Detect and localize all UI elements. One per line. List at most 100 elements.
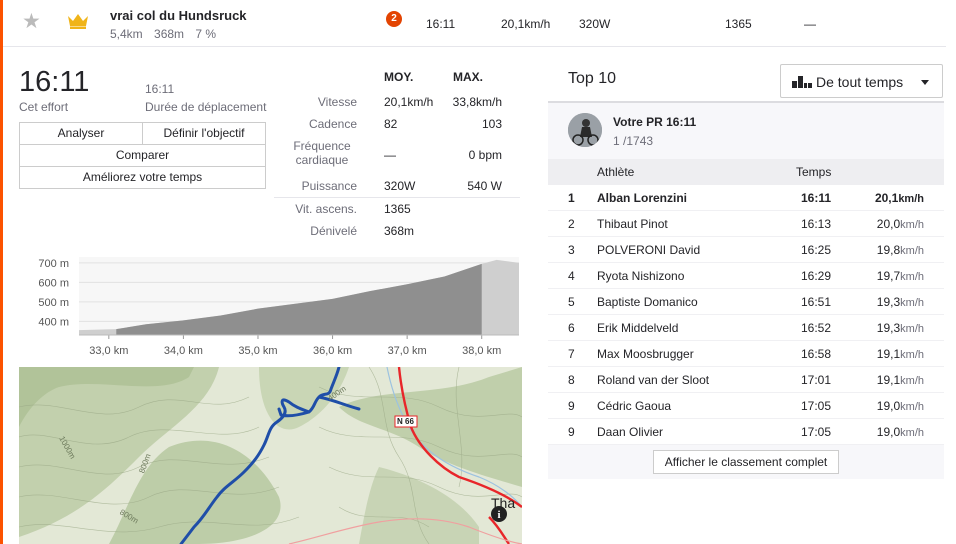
speed-value: 19,1 (876, 347, 901, 361)
speed-value: 20,1 (874, 191, 899, 205)
town-label: Tha (491, 495, 516, 511)
table-row[interactable]: 4 Ryota Nishizono 16:29 19,7km/h (548, 263, 944, 289)
stat-label: Vit. ascens. (295, 202, 357, 216)
segment-vam: 1365 (725, 17, 752, 31)
speed-value: 19,0 (876, 399, 901, 413)
athlete-name[interactable]: Max Moosbrugger (597, 347, 694, 361)
stat-label: Fréquence cardiaque (293, 139, 351, 167)
time-column-header: Temps (796, 165, 832, 179)
route-map[interactable]: i N 66 Tha 400m 1000m 800m 800m (19, 367, 522, 544)
table-row[interactable]: 9 Cédric Gaoua 17:05 19,0km/h (548, 393, 944, 419)
crown-icon (68, 14, 88, 29)
table-row[interactable]: 6 Erik Middelveld 16:52 19,3km/h (548, 315, 944, 341)
stat-label: Cadence (308, 117, 357, 131)
x-tick-label: 33,0 km (89, 345, 128, 357)
effort-actions: Analyser Définir l'objectif Comparer Amé… (19, 122, 266, 189)
y-tick-label: 600 m (38, 277, 69, 289)
athlete-name[interactable]: Daan Olivier (597, 425, 663, 439)
stat-max: 103 (481, 117, 502, 131)
set-goal-button[interactable]: Définir l'objectif (143, 122, 266, 145)
analyze-button[interactable]: Analyser (19, 122, 143, 145)
athlete-name[interactable]: Cédric Gaoua (597, 399, 671, 413)
y-tick-label: 700 m (38, 258, 69, 270)
chevron-down-icon (921, 80, 929, 85)
table-row[interactable]: 8 Roland van der Sloot 17:01 19,1km/h (548, 367, 944, 393)
speed-unit: km/h (900, 271, 924, 283)
speed-unit: km/h (900, 245, 924, 257)
speed-value: 19,0 (876, 425, 901, 439)
stat-avg: 82 (384, 117, 398, 131)
table-row[interactable]: 3 POLVERONI David 16:25 19,8km/h (548, 237, 944, 263)
segment-time: 16:11 (426, 17, 456, 31)
accent-bar (0, 0, 3, 544)
time-cell: 17:05 (801, 425, 832, 439)
segment-row[interactable]: ★ vrai col du Hundsruck 5,4km 368m 7 % 2… (3, 0, 946, 47)
star-icon[interactable]: ★ (22, 11, 41, 32)
athlete-name[interactable]: Baptiste Domanico (597, 295, 698, 309)
pr-rank: 1 /1743 (613, 134, 653, 148)
elevation-chart[interactable]: 700 m 600 m 500 m 400 m 33,0 km 34,0 km 35,0 k… (19, 253, 521, 358)
rank-cell: 8 (568, 373, 575, 387)
y-tick-label: 500 m (38, 297, 69, 309)
rank-cell: 4 (568, 269, 575, 283)
speed-unit: km/h (900, 375, 924, 387)
segment-distance: 5,4km (110, 27, 143, 41)
stats-header-max: MAX. (453, 70, 483, 84)
speed-value: 19,3 (876, 295, 901, 309)
x-tick-label: 37,0 km (388, 345, 427, 357)
rank-cell: 1 (568, 191, 575, 205)
pr-rank-value: 1 (613, 134, 620, 148)
stats-header-avg: MOY. (384, 70, 414, 84)
segment-hr: — (804, 17, 816, 31)
speed-cell: 19,0km/h (877, 399, 924, 413)
speed-unit: km/h (900, 219, 924, 231)
x-tick-label: 34,0 km (164, 345, 203, 357)
speed-value: 20,0 (876, 217, 901, 231)
athlete-name[interactable]: Alban Lorenzini (597, 191, 687, 205)
segment-grade: 7 % (195, 27, 217, 41)
compare-button[interactable]: Comparer (19, 144, 266, 167)
map-canvas: i (19, 367, 522, 544)
table-row[interactable]: 1 Alban Lorenzini 16:11 20,1km/h (548, 185, 944, 211)
time-filter-dropdown[interactable]: De tout temps (780, 64, 943, 98)
speed-unit: km/h (900, 401, 924, 413)
speed-cell: 19,3km/h (877, 321, 924, 335)
speed-value: 19,1 (876, 373, 901, 387)
segment-power: 320W (579, 17, 611, 31)
speed-cell: 20,0km/h (877, 217, 924, 231)
moving-time: 16:11 (145, 82, 175, 96)
pr-title: Votre PR 16:11 (613, 115, 697, 129)
segment-name[interactable]: vrai col du Hundsruck (110, 8, 247, 23)
rank-cell: 9 (568, 425, 575, 439)
table-row[interactable]: 9 Daan Olivier 17:05 19,0km/h (548, 419, 944, 445)
full-leaderboard-button[interactable]: Afficher le classement complet (653, 450, 839, 474)
segment-elevation: 368m (154, 27, 185, 41)
stat-avg: 1365 (384, 202, 411, 216)
speed-value: 19,7 (876, 269, 901, 283)
personal-record: Votre PR 16:11 1 /1743 (548, 101, 944, 159)
stat-avg: 320W (384, 179, 416, 193)
time-cell: 16:29 (801, 269, 832, 283)
table-row[interactable]: 2 Thibaut Pinot 16:13 20,0km/h (548, 211, 944, 237)
road-label-text: N 66 (397, 417, 414, 426)
athlete-name[interactable]: Thibaut Pinot (597, 217, 668, 231)
x-tick-label: 35,0 km (238, 345, 277, 357)
athlete-name[interactable]: POLVERONI David (597, 243, 700, 257)
athlete-name[interactable]: Erik Middelveld (597, 321, 678, 335)
segment-speed: 20,1km/h (501, 17, 551, 31)
leaderboard-footer: Afficher le classement complet (548, 445, 944, 479)
athlete-name[interactable]: Ryota Nishizono (597, 269, 684, 283)
improve-time-button[interactable]: Améliorez votre temps (19, 166, 266, 189)
avatar[interactable] (568, 113, 602, 147)
athlete-name[interactable]: Roland van der Sloot (597, 373, 709, 387)
moving-time-label: Durée de déplacement (145, 100, 267, 114)
table-row[interactable]: 7 Max Moosbrugger 16:58 19,1km/h (548, 341, 944, 367)
stat-avg: — (384, 148, 396, 162)
effort-time-label: Cet effort (19, 100, 69, 114)
stat-label: Puissance (301, 179, 357, 193)
stat-avg: 20,1km/h (384, 95, 434, 109)
speed-cell: 19,8km/h (877, 243, 924, 257)
speed-unit: km/h (898, 193, 924, 205)
rank-cell: 9 (568, 399, 575, 413)
table-row[interactable]: 5 Baptiste Domanico 16:51 19,3km/h (548, 289, 944, 315)
